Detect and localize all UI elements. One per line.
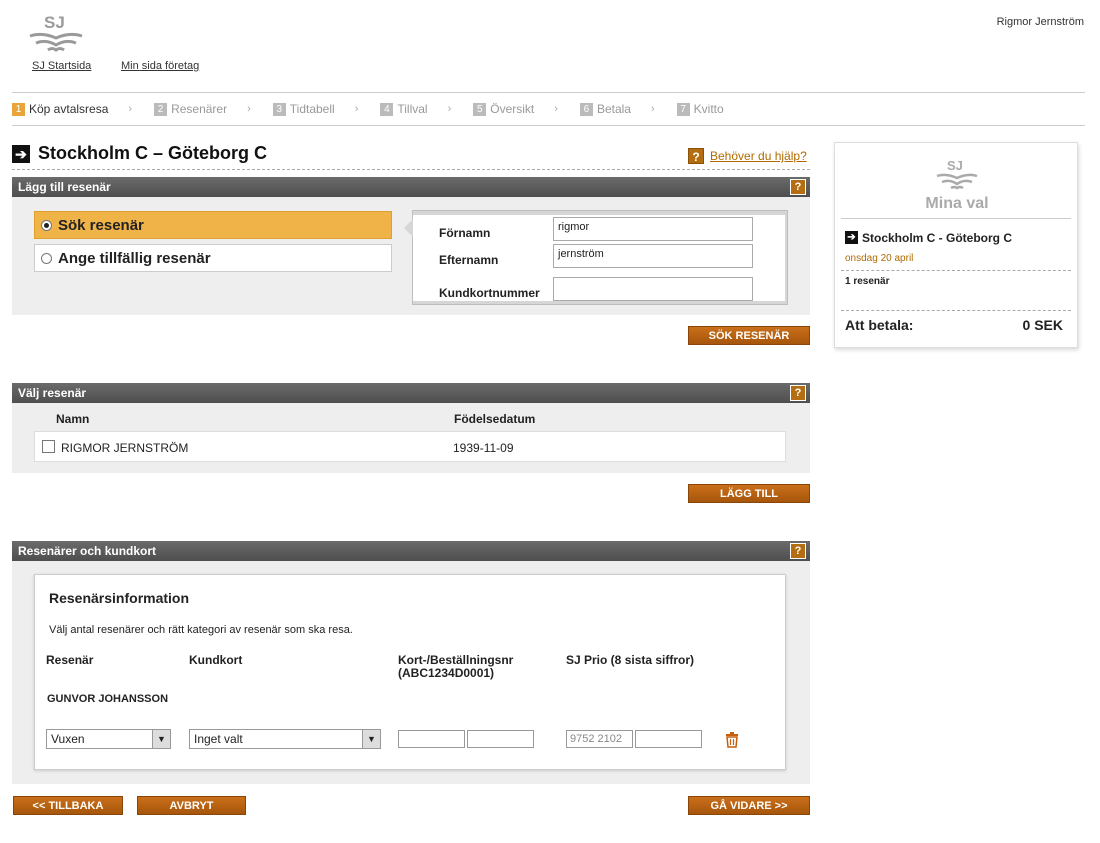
back-button[interactable]: << TILLBAKA <box>13 796 123 815</box>
step-7: 7 Kvitto <box>676 102 724 116</box>
col-name: Namn <box>56 412 90 426</box>
chevron-right-icon: › <box>650 103 655 115</box>
lastname-label: Efternamn <box>439 253 499 267</box>
panel-travelers: 1 resenär <box>845 276 890 287</box>
help-icon[interactable]: ? <box>790 179 806 195</box>
panel-date: onsdag 20 april <box>845 253 914 264</box>
prio-input-1[interactable]: 9752 2102 <box>566 730 633 748</box>
col-card: Kundkort <box>189 653 243 667</box>
traveler-name: GUNVOR JOHANSSON <box>47 693 169 705</box>
step-3: 3 Tidtabell › <box>272 102 359 116</box>
username: Rigmor Jernström <box>996 16 1084 28</box>
pay-value: 0 SEK <box>1022 317 1063 333</box>
step-4: 4 Tillval › <box>380 102 451 116</box>
card-select[interactable]: Inget valt ▼ <box>189 729 381 749</box>
info-title: Resenärsinformation <box>49 590 190 606</box>
table-row[interactable]: RIGMOR JERNSTRÖM 1939-11-09 <box>34 431 786 462</box>
help-icon[interactable]: ? <box>790 543 806 559</box>
cardnum-label: Kundkortnummer <box>439 286 540 300</box>
prio-input-2[interactable] <box>635 730 702 748</box>
chevron-right-icon: › <box>247 103 251 115</box>
traveler-birth: 1939-11-09 <box>453 441 514 455</box>
radio-icon <box>41 252 52 264</box>
chevron-right-icon: › <box>554 103 558 115</box>
divider <box>841 218 1071 219</box>
firstname-input[interactable]: rigmor <box>553 217 753 241</box>
home-link[interactable]: SJ Startsida <box>32 60 91 72</box>
cancel-button[interactable]: AVBRYT <box>137 796 246 815</box>
traveler-info-box: Resenärsinformation Välj antal resenärer… <box>34 574 786 770</box>
select-checkbox[interactable] <box>42 440 55 453</box>
divider <box>841 310 1071 311</box>
search-traveler-button[interactable]: SÖK RESENÄR <box>688 326 810 345</box>
arrow-right-icon: ➔ <box>845 231 858 244</box>
cardnum-input[interactable] <box>553 277 753 301</box>
col-booking: Kort-/Beställningsnr <box>398 653 514 667</box>
help-icon: ? <box>688 148 704 164</box>
col-booking-sub: (ABC1234D0001) <box>398 666 495 680</box>
pay-label: Att betala: <box>845 317 914 333</box>
lastname-input[interactable]: jernström <box>553 244 753 268</box>
temp-traveler-option[interactable]: Ange tillfällig resenär <box>34 244 392 272</box>
sj-logo[interactable]: SJ <box>28 12 84 54</box>
booking-input-1[interactable] <box>398 730 465 748</box>
divider <box>12 169 810 170</box>
col-birth: Födelsedatum <box>454 412 536 426</box>
firstname-label: Förnamn <box>439 226 491 240</box>
panel-route: Stockholm C - Göteborg C <box>862 231 1012 245</box>
chevron-right-icon: › <box>128 103 133 115</box>
radio-selected-icon <box>41 219 52 231</box>
booking-input-2[interactable] <box>467 730 534 748</box>
add-traveler-header: Lägg till resenär ? <box>12 177 810 197</box>
logo-text: SJ <box>44 13 65 32</box>
my-choices-panel: SJ Mina val ➔ Stockholm C - Göteborg C o… <box>834 142 1078 348</box>
sj-logo: SJ <box>936 157 978 191</box>
page-title: Stockholm C – Göteborg C <box>38 143 268 163</box>
search-traveler-option[interactable]: Sök resenär <box>34 211 392 239</box>
help-link[interactable]: ? Behöver du hjälp? <box>688 148 807 164</box>
help-icon[interactable]: ? <box>790 385 806 401</box>
dropdown-arrow-icon: ▼ <box>362 730 380 748</box>
step-5: 5 Översikt › <box>473 102 558 116</box>
progress-steps: 1 Köp avtalsresa › 2 Resenärer › 3 Tidtabell ›… <box>12 92 1085 126</box>
panel-logo-text: SJ <box>947 158 963 173</box>
col-prio: SJ Prio (8 sista siffror) <box>566 653 695 667</box>
step-6: 6 Betala › <box>579 102 655 116</box>
step-2: 2 Resenärer › <box>154 102 251 116</box>
chevron-right-icon: › <box>354 103 359 115</box>
info-text: Välj antal resenärer och rätt kategori a… <box>49 624 353 636</box>
add-button[interactable]: LÄGG TILL <box>688 484 810 503</box>
travelers-cards-header: Resenärer och kundkort ? <box>12 541 810 561</box>
divider <box>841 270 1071 271</box>
category-select[interactable]: Vuxen ▼ <box>46 729 171 749</box>
arrow-right-icon: ➔ <box>12 145 30 163</box>
trash-icon[interactable] <box>725 732 739 748</box>
my-page-link[interactable]: Min sida företag <box>121 60 199 72</box>
chevron-right-icon: › <box>447 103 452 115</box>
next-button[interactable]: GÅ VIDARE >> <box>688 796 810 815</box>
search-form: Förnamn rigmor Efternamn jernström Kundk… <box>404 210 788 305</box>
col-traveler: Resenär <box>46 653 94 667</box>
choose-traveler-header: Välj resenär ? <box>12 383 810 403</box>
panel-title: Mina val <box>925 195 989 212</box>
traveler-name: RIGMOR JERNSTRÖM <box>61 441 189 455</box>
dropdown-arrow-icon: ▼ <box>152 730 170 748</box>
step-1: 1 Köp avtalsresa › <box>12 102 132 116</box>
